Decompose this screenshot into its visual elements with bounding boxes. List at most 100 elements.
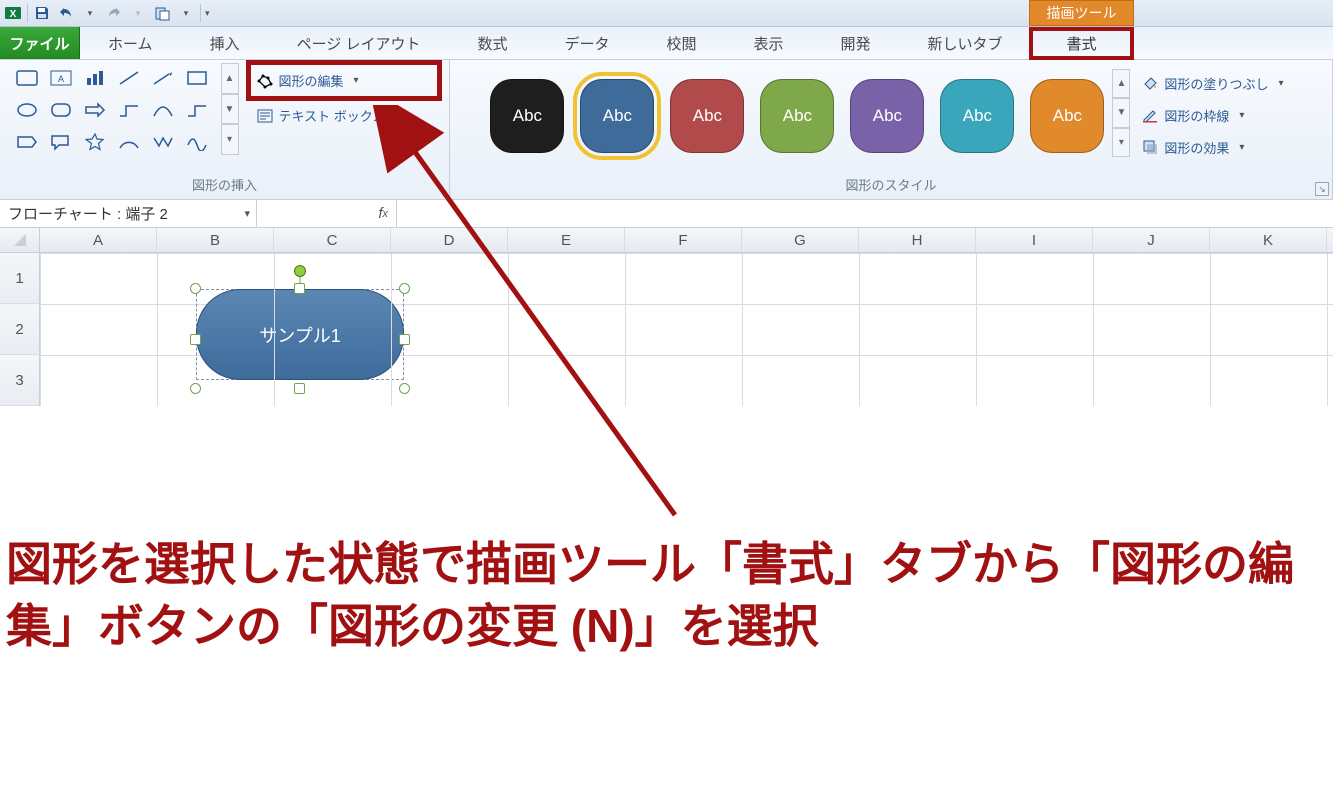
text-box-button[interactable]: テキスト ボックス <box>249 98 439 133</box>
column-header[interactable]: J <box>1093 228 1210 252</box>
shape-text: サンプル1 <box>259 322 340 348</box>
shape-effects-button[interactable]: 図形の効果 <box>1134 131 1291 163</box>
shape-styles-dialog-launcher-icon[interactable]: ↘ <box>1315 182 1329 196</box>
row-header[interactable]: 3 <box>0 355 40 406</box>
shapes-gallery-up-icon[interactable]: ▲ <box>221 63 239 94</box>
select-all-corner[interactable] <box>0 228 40 252</box>
shape-pentagon-icon[interactable] <box>11 127 43 157</box>
shape-connector-icon[interactable] <box>113 95 145 125</box>
shape-chart-icon[interactable] <box>79 63 111 93</box>
qat-menu-caret-icon[interactable]: ▾ <box>176 3 196 23</box>
shape-textframe-icon[interactable]: A <box>45 63 77 93</box>
shapes-gallery-more-icon[interactable]: ▾ <box>221 124 239 155</box>
style-swatch[interactable]: Abc <box>580 79 654 153</box>
resize-handle-ne[interactable] <box>399 283 410 294</box>
row-header[interactable]: 1 <box>0 253 40 304</box>
tab-new[interactable]: 新しいタブ <box>900 27 1032 59</box>
resize-handle-w[interactable] <box>190 334 201 345</box>
shape-outline-label: 図形の枠線 <box>1164 106 1229 125</box>
shape-arc-icon[interactable] <box>113 127 145 157</box>
tab-developer[interactable]: 開発 <box>813 27 900 59</box>
ribbon-body: A ▲ ▼ <box>0 60 1333 200</box>
tab-view[interactable]: 表示 <box>726 27 813 59</box>
row-headers: 123 <box>0 253 40 406</box>
style-swatch[interactable]: Abc <box>1030 79 1104 153</box>
name-box[interactable]: フローチャート : 端子 2 <box>0 200 257 227</box>
resize-handle-n[interactable] <box>294 283 305 294</box>
save-icon[interactable] <box>32 3 52 23</box>
redo-menu-caret-icon: ▾ <box>128 3 148 23</box>
column-header[interactable]: A <box>40 228 157 252</box>
column-header[interactable]: D <box>391 228 508 252</box>
shape-outline-button[interactable]: 図形の枠線 <box>1134 99 1291 131</box>
shape-fill-button[interactable]: 図形の塗りつぶし <box>1134 67 1291 99</box>
fx-label[interactable]: fx <box>257 200 397 227</box>
resize-handle-nw[interactable] <box>190 283 201 294</box>
column-header[interactable]: F <box>625 228 742 252</box>
worksheet: ABCDEFGHIJK 123 サンプル1 <box>0 228 1333 406</box>
tab-formulas[interactable]: 数式 <box>449 27 536 59</box>
tab-format[interactable]: 書式 <box>1029 27 1134 60</box>
formula-input[interactable] <box>397 200 1333 227</box>
resize-handle-se[interactable] <box>399 383 410 394</box>
annotation-text: 図形を選択した状態で描画ツール「書式」タブから「図形の編集」ボタンの「図形の変更… <box>6 533 1333 657</box>
cells-area[interactable]: サンプル1 <box>40 253 1333 406</box>
style-gallery-down-icon[interactable]: ▼ <box>1112 98 1130 127</box>
shape-style-gallery[interactable]: AbcAbcAbcAbcAbcAbcAbc <box>486 69 1108 157</box>
shape-rect-icon[interactable] <box>181 63 213 93</box>
shape-blockarrow-icon[interactable] <box>79 95 111 125</box>
style-swatch[interactable]: Abc <box>490 79 564 153</box>
undo-icon[interactable] <box>56 3 76 23</box>
tab-insert[interactable]: 挿入 <box>182 27 269 59</box>
group-insert-shapes: A ▲ ▼ <box>0 60 450 199</box>
tab-format-label: 書式 <box>1066 33 1096 54</box>
resize-handle-s[interactable] <box>294 383 305 394</box>
column-header[interactable]: K <box>1210 228 1327 252</box>
column-header[interactable]: I <box>976 228 1093 252</box>
tab-home[interactable]: ホーム <box>80 27 182 59</box>
shape-star-icon[interactable] <box>79 127 111 157</box>
selected-shape[interactable]: サンプル1 <box>184 277 416 392</box>
style-swatch[interactable]: Abc <box>940 79 1014 153</box>
shape-effects-label: 図形の効果 <box>1164 138 1229 157</box>
shape-curve-icon[interactable] <box>147 95 179 125</box>
qat-paste-icon[interactable] <box>152 3 172 23</box>
resize-handle-sw[interactable] <box>190 383 201 394</box>
shape-rounded-rect-icon[interactable] <box>11 63 43 93</box>
tab-data[interactable]: データ <box>536 27 638 59</box>
customize-qat-caret-icon[interactable]: ▾ <box>205 3 219 23</box>
shape-line-icon[interactable] <box>113 63 145 93</box>
shape-roundrect2-icon[interactable] <box>45 95 77 125</box>
name-box-value: フローチャート : 端子 2 <box>8 203 168 224</box>
ribbon-tabs: ファイル ホーム 挿入 ページ レイアウト 数式 データ 校閲 表示 開発 新し… <box>0 27 1333 60</box>
tab-page-layout[interactable]: ページ レイアウト <box>269 27 450 59</box>
tab-review[interactable]: 校閲 <box>638 27 725 59</box>
style-gallery-up-icon[interactable]: ▲ <box>1112 69 1130 98</box>
column-header[interactable]: E <box>508 228 625 252</box>
shapes-gallery[interactable]: A <box>11 63 213 157</box>
redo-icon[interactable] <box>104 3 124 23</box>
column-header[interactable]: C <box>274 228 391 252</box>
row-header[interactable]: 2 <box>0 304 40 355</box>
edit-shape-button[interactable]: 図形の編集 <box>249 63 439 98</box>
shape-fill-label: 図形の塗りつぶし <box>1164 74 1268 93</box>
style-gallery-more-icon[interactable]: ▾ <box>1112 128 1130 157</box>
shape-elbow-icon[interactable] <box>181 95 213 125</box>
shape-oval-icon[interactable] <box>11 95 43 125</box>
shape-freeform-icon[interactable] <box>181 127 213 157</box>
undo-menu-caret-icon[interactable]: ▾ <box>80 3 100 23</box>
style-swatch[interactable]: Abc <box>760 79 834 153</box>
style-swatch[interactable]: Abc <box>670 79 744 153</box>
shape-arrowline-icon[interactable] <box>147 63 179 93</box>
resize-handle-e[interactable] <box>399 334 410 345</box>
style-swatch[interactable]: Abc <box>850 79 924 153</box>
shapes-gallery-down-icon[interactable]: ▼ <box>221 94 239 125</box>
column-header[interactable]: G <box>742 228 859 252</box>
rotation-handle-icon[interactable] <box>294 265 306 277</box>
column-header[interactable]: H <box>859 228 976 252</box>
column-header[interactable]: B <box>157 228 274 252</box>
formula-bar-row: フローチャート : 端子 2 fx <box>0 200 1333 228</box>
shape-zigzag-icon[interactable] <box>147 127 179 157</box>
shape-callout-icon[interactable] <box>45 127 77 157</box>
tab-file[interactable]: ファイル <box>0 27 80 59</box>
